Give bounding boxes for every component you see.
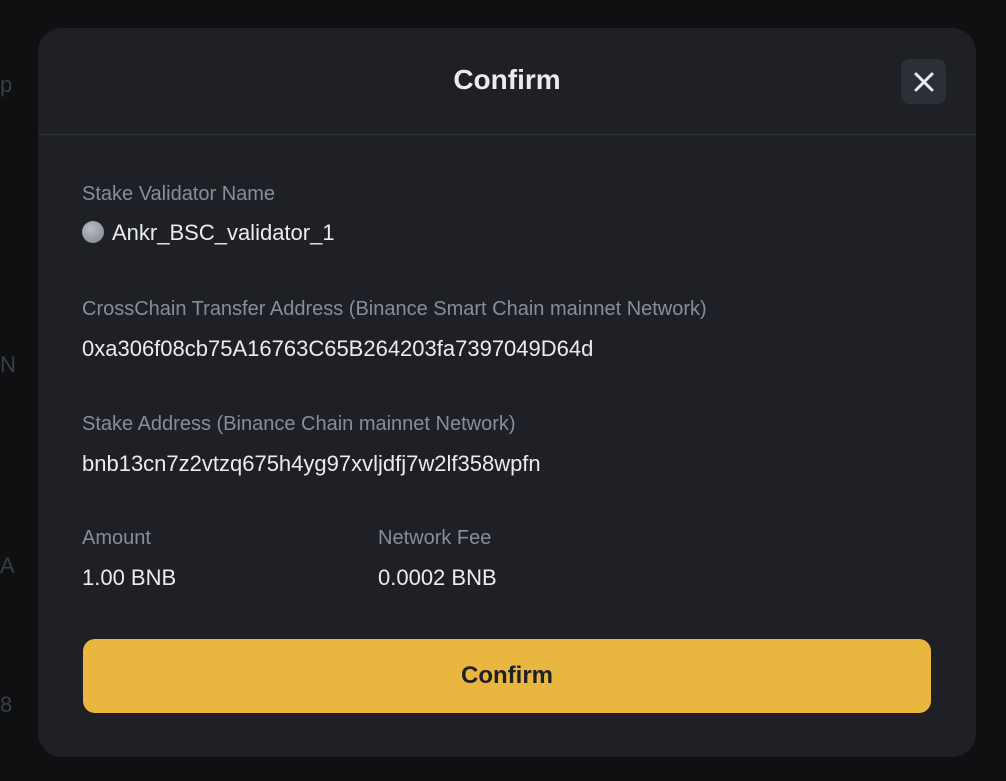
network-fee-label: Network Fee: [378, 527, 492, 549]
stake-address-value: bnb13cn7z2vtzq675h4yg97xvljdfj7w2lf358wp…: [82, 451, 541, 476]
network-fee-value: 0.0002 BNB: [378, 565, 497, 590]
background-fragment: 8: [0, 692, 13, 717]
confirm-button[interactable]: Confirm: [83, 639, 931, 713]
close-button[interactable]: [901, 59, 946, 104]
background-fragment: A: [0, 553, 15, 578]
background-fragment: N: [0, 352, 16, 377]
dialog-header: Confirm: [38, 28, 976, 135]
amount-value: 1.00 BNB: [82, 565, 177, 590]
validator-name-value: Ankr_BSC_validator_1: [82, 220, 335, 246]
validator-name-label: Stake Validator Name: [82, 183, 276, 205]
close-icon: [914, 72, 933, 91]
crosschain-address-label: CrossChain Transfer Address (Binance Sma…: [82, 298, 707, 320]
validator-avatar-icon: [82, 221, 104, 243]
crosschain-address-value: 0xa306f08cb75A16763C65B264203fa7397049D6…: [82, 336, 594, 361]
amount-label: Amount: [82, 527, 151, 549]
stake-address-label: Stake Address (Binance Chain mainnet Net…: [82, 413, 516, 435]
background-fragment: p: [0, 72, 13, 97]
dialog-title: Confirm: [453, 64, 561, 95]
confirm-dialog: Confirm Stake Validator Name Ankr_BSC_va…: [38, 28, 976, 757]
validator-name-text: Ankr_BSC_validator_1: [112, 220, 335, 245]
